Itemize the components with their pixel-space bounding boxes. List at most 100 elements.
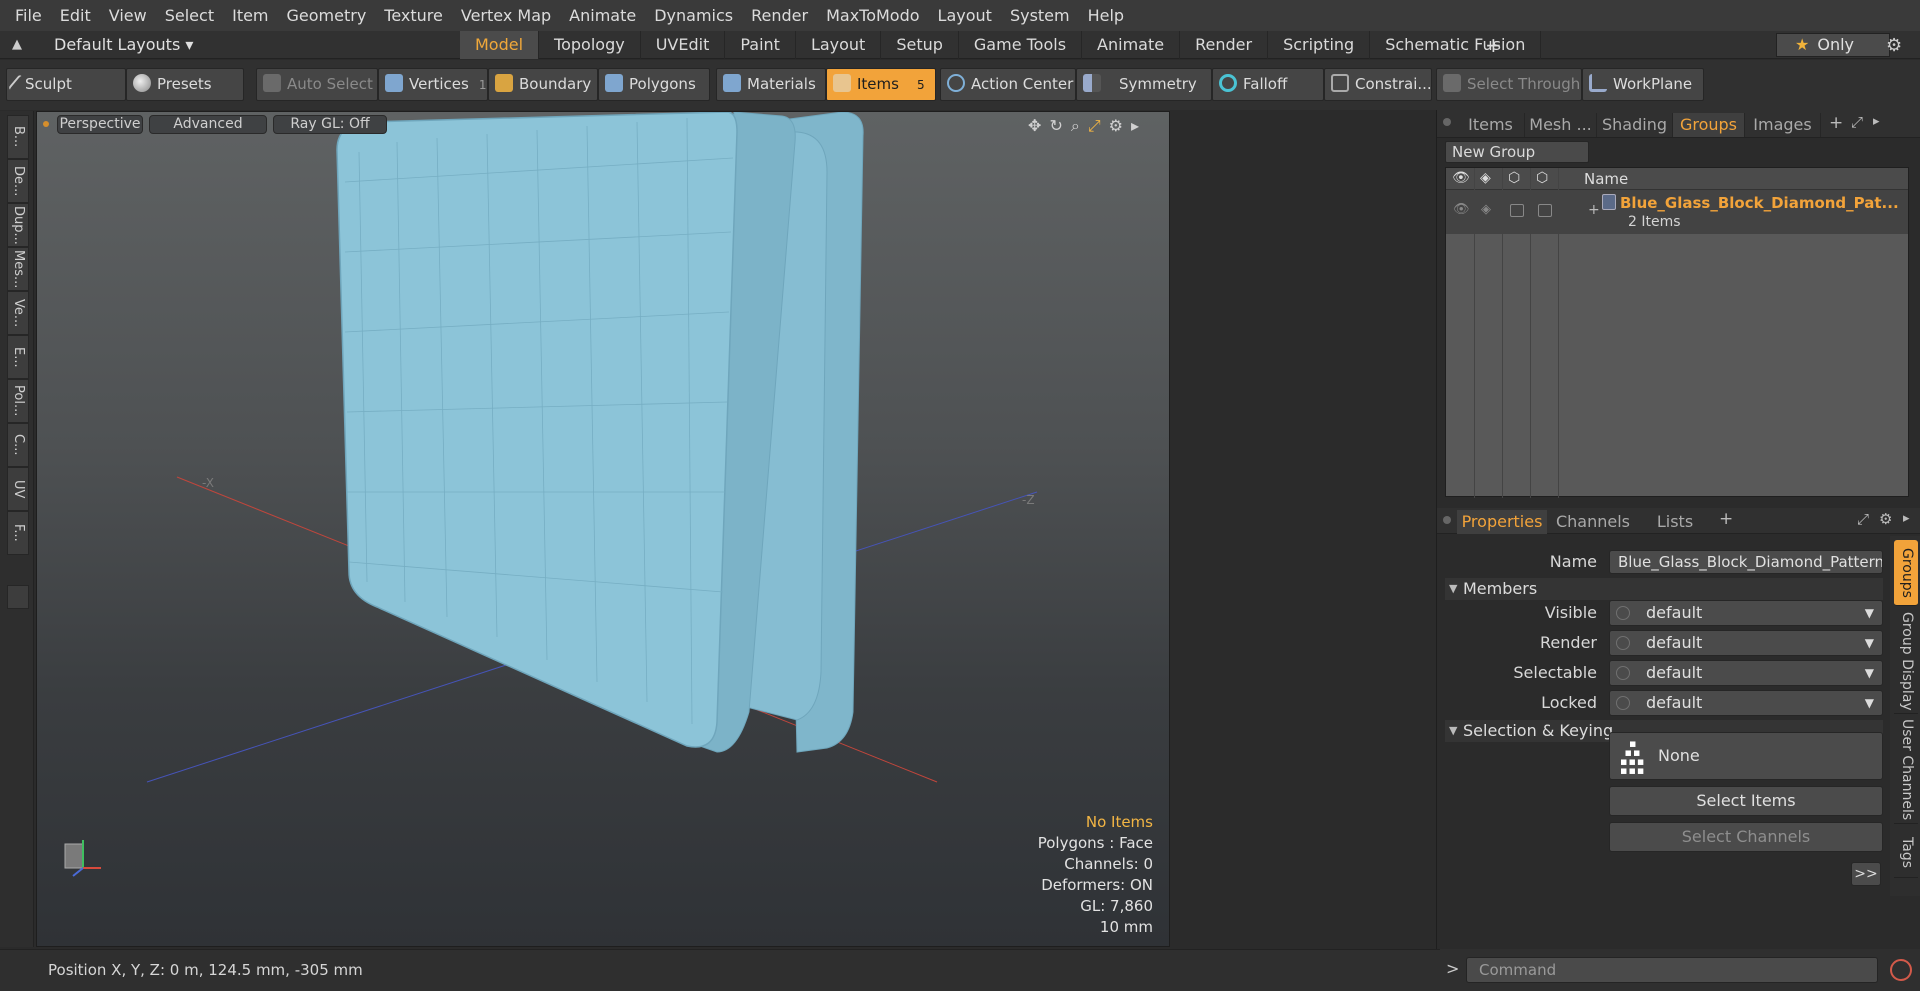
row-select-checkbox[interactable]: [1510, 204, 1524, 217]
tab-paint[interactable]: Paint: [725, 31, 796, 59]
group-row[interactable]: 👁 ◈ + Blue_Glass_Block_Diamond_Pat... 2 …: [1446, 190, 1908, 234]
props-arrow-icon[interactable]: ▸: [1903, 511, 1910, 526]
tab-animate[interactable]: Animate: [1082, 31, 1181, 59]
panel-expand-icon[interactable]: ⤢: [1851, 113, 1863, 131]
menu-layout[interactable]: Layout: [929, 0, 1001, 31]
auto-select-button[interactable]: Auto Select: [256, 68, 378, 101]
only-toggle[interactable]: ★ Only: [1776, 33, 1890, 57]
pan-icon[interactable]: ✥: [1028, 116, 1049, 135]
strip-tab-uv[interactable]: UV: [7, 467, 29, 511]
tab-groups[interactable]: Groups: [1673, 113, 1745, 137]
select-icon[interactable]: ⬡: [1508, 170, 1520, 186]
tab-shading[interactable]: Shading: [1597, 113, 1673, 137]
strip-tab-fusion[interactable]: F...: [7, 511, 29, 555]
tab-render[interactable]: Render: [1180, 31, 1269, 59]
perspective-dropdown[interactable]: Perspective: [57, 115, 143, 134]
menu-vertex-map[interactable]: Vertex Map: [452, 0, 560, 31]
command-input[interactable]: Command: [1466, 957, 1878, 983]
record-icon[interactable]: [1890, 959, 1912, 981]
gear-icon[interactable]: ⚙: [1886, 35, 1902, 56]
tab-game-tools[interactable]: Game Tools: [959, 31, 1083, 59]
menu-item[interactable]: Item: [223, 0, 277, 31]
props-expand-icon[interactable]: ⤢: [1857, 510, 1869, 528]
menu-help[interactable]: Help: [1079, 0, 1133, 31]
tab-uvedit[interactable]: UVEdit: [641, 31, 726, 59]
props-gear-icon[interactable]: ⚙: [1879, 510, 1892, 528]
maximize-icon[interactable]: ⤢: [1088, 116, 1109, 135]
add-prop-tab-icon[interactable]: +: [1719, 509, 1733, 529]
layouts-dropdown[interactable]: Default Layouts ▾: [54, 31, 193, 59]
vertices-button[interactable]: Vertices 1: [378, 68, 488, 101]
select-items-button[interactable]: Select Items: [1609, 786, 1883, 816]
row-render-icon[interactable]: ◈: [1481, 202, 1491, 217]
materials-button[interactable]: Materials: [716, 68, 826, 101]
render-icon[interactable]: ◈: [1480, 170, 1491, 186]
strip-tab-polygon[interactable]: Pol...: [7, 379, 29, 423]
expand-plus-icon[interactable]: +: [1588, 202, 1600, 218]
menu-texture[interactable]: Texture: [375, 0, 452, 31]
viewport-gear-icon[interactable]: ⚙: [1109, 116, 1131, 135]
tab-setup[interactable]: Setup: [881, 31, 959, 59]
tab-channels[interactable]: Channels: [1551, 510, 1635, 534]
menu-render[interactable]: Render: [742, 0, 817, 31]
strip-tab-duplicate[interactable]: Dup...: [7, 203, 29, 247]
tab-scripting[interactable]: Scripting: [1268, 31, 1371, 59]
select-through-button[interactable]: Select Through: [1436, 68, 1582, 101]
tab-images[interactable]: Images: [1745, 113, 1821, 137]
3d-viewport[interactable]: -X -Z Perspective Advanced Ray GL: Off ✥…: [36, 111, 1170, 947]
add-tab-icon[interactable]: +: [1829, 113, 1843, 133]
vtab-user-channels[interactable]: User Channels: [1894, 716, 1918, 824]
name-field[interactable]: Blue_Glass_Block_Diamond_Pattern (3: [1609, 550, 1883, 574]
raygl-dropdown[interactable]: Ray GL: Off: [273, 115, 387, 134]
rotate-icon[interactable]: ↻: [1049, 116, 1070, 135]
new-group-button[interactable]: New Group: [1445, 141, 1589, 163]
menu-system[interactable]: System: [1001, 0, 1079, 31]
menu-maxtomodo[interactable]: MaxToModo: [817, 0, 928, 31]
tab-topology[interactable]: Topology: [539, 31, 641, 59]
vtab-tags[interactable]: Tags: [1894, 828, 1918, 878]
tab-model[interactable]: Model: [460, 31, 540, 59]
strip-tab-edge[interactable]: E...: [7, 335, 29, 379]
panel-menu-dot[interactable]: [1443, 118, 1451, 126]
presets-button[interactable]: Presets: [126, 68, 244, 101]
row-lock-checkbox[interactable]: [1538, 204, 1552, 217]
boundary-button[interactable]: Boundary: [488, 68, 598, 101]
sculpt-button[interactable]: Sculpt: [6, 68, 126, 101]
tab-mesh[interactable]: Mesh ...: [1525, 113, 1597, 137]
action-center-button[interactable]: Action Center: [940, 68, 1076, 101]
strip-tab-basic[interactable]: B...: [7, 115, 29, 159]
props-menu-dot[interactable]: [1443, 516, 1451, 524]
tab-lists[interactable]: Lists: [1637, 510, 1713, 534]
vtab-group-display[interactable]: Group Display: [1894, 610, 1918, 714]
items-button[interactable]: Items 5: [826, 68, 936, 101]
row-eye-icon[interactable]: 👁: [1453, 202, 1470, 217]
strip-tab-mesh[interactable]: Mes...: [7, 247, 29, 291]
locked-dropdown[interactable]: default ▼: [1609, 690, 1883, 716]
selectable-dropdown[interactable]: default ▼: [1609, 660, 1883, 686]
collapse-up-icon[interactable]: ▲: [12, 37, 26, 52]
vtab-groups[interactable]: Groups: [1894, 540, 1918, 606]
menu-edit[interactable]: Edit: [51, 0, 100, 31]
expand-arrow-icon[interactable]: ▸: [1131, 116, 1147, 135]
render-dropdown[interactable]: default ▼: [1609, 630, 1883, 656]
tab-properties[interactable]: Properties: [1457, 510, 1547, 534]
constraints-button[interactable]: Constrai...: [1324, 68, 1432, 101]
advanced-dropdown[interactable]: Advanced: [149, 115, 267, 134]
panel-arrow-icon[interactable]: ▸: [1873, 114, 1880, 129]
members-section[interactable]: ▼ Members: [1445, 578, 1883, 600]
none-keying-button[interactable]: ▪ ▪▪ ▪▪▪ ▪▪▪ None: [1609, 732, 1883, 780]
strip-tab-vertex[interactable]: Ve...: [7, 291, 29, 335]
strip-expand-button[interactable]: [7, 585, 29, 609]
tab-layout[interactable]: Layout: [796, 31, 882, 59]
menu-view[interactable]: View: [100, 0, 156, 31]
tab-schematic-fusion[interactable]: Schematic Fusion: [1370, 31, 1542, 59]
visible-dropdown[interactable]: default ▼: [1609, 600, 1883, 626]
lock-icon[interactable]: ⬡: [1536, 170, 1548, 186]
symmetry-button[interactable]: Symmetry: [1076, 68, 1212, 101]
menu-select[interactable]: Select: [156, 0, 223, 31]
workplane-button[interactable]: WorkPlane: [1582, 68, 1704, 101]
visibility-eye-icon[interactable]: 👁: [1452, 170, 1470, 186]
add-layout-tab-icon[interactable]: +: [1485, 31, 1502, 59]
menu-dynamics[interactable]: Dynamics: [645, 0, 742, 31]
select-channels-button[interactable]: Select Channels: [1609, 822, 1883, 852]
